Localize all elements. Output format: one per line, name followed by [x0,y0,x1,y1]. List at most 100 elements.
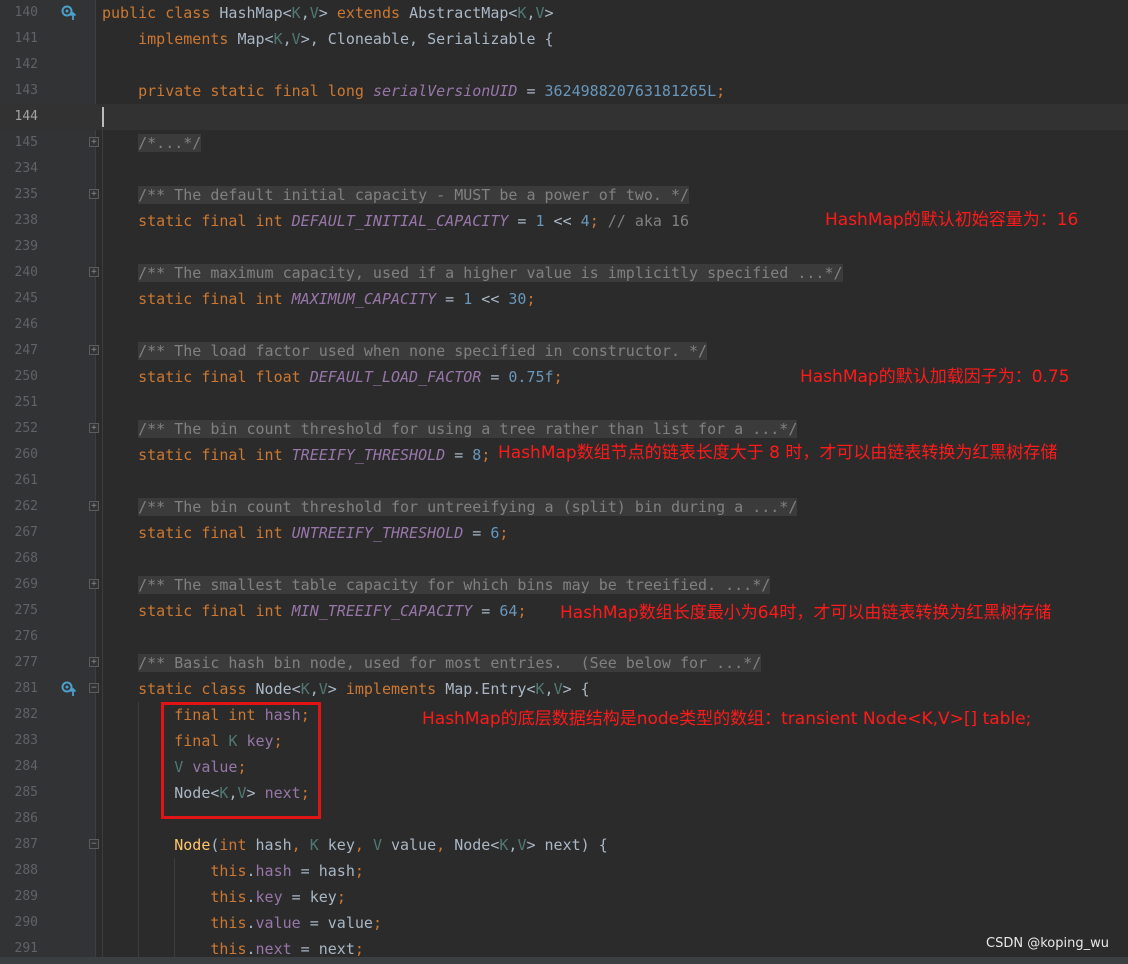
fold-expand-icon[interactable]: + [89,423,99,433]
fold-expand-icon[interactable]: + [89,579,99,589]
code-text[interactable]: static class Node<K,V> implements Map.En… [102,676,590,702]
code-line[interactable]: 235 + /** The default initial capacity - … [0,182,1128,208]
implements-override-icon[interactable] [61,681,77,697]
code-text[interactable]: this.value = value; [102,910,382,936]
code-line[interactable]: 143 private static final long serialVers… [0,78,1128,104]
annotation-treeify-threshold: HashMap数组节点的链表长度大于 8 时，才可以由链表转换为红黑树存储 [498,443,1058,463]
code-text[interactable]: implements Map<K,V>, Cloneable, Serializ… [102,26,553,52]
code-token: extends [336,4,410,22]
line-number: 145 [14,135,38,150]
code-line[interactable]: 145 + /*...*/ [0,130,1128,156]
code-text[interactable]: this.hash = hash; [102,858,364,884]
code-text[interactable]: /** The maximum capacity, used if a high… [102,260,843,286]
code-token: /** The smallest table capacity for whic… [138,576,771,594]
code-line[interactable]: 144 [0,104,1128,130]
code-token: this [210,862,247,880]
code-token: > [327,680,346,698]
code-token: hash [255,862,292,880]
code-token: static final int [138,524,292,542]
code-line[interactable]: 140 public class HashMap<K,V> extends Abs… [0,0,1128,26]
fold-expand-icon[interactable]: + [89,189,99,199]
code-token: Node< [255,680,301,698]
code-line[interactable]: 141 implements Map<K,V>, Cloneable, Seri… [0,26,1128,52]
code-text[interactable]: static final int DEFAULT_INITIAL_CAPACIT… [102,208,689,234]
code-token: implements [138,30,238,48]
code-line[interactable]: 262 + /** The bin count threshold for unt… [0,494,1128,520]
code-token: ; [716,82,726,100]
code-line[interactable]: 281− static class Node<K,V> implements M… [0,676,1128,702]
code-token: , [544,680,554,698]
fold-expand-icon[interactable]: + [89,345,99,355]
code-token: Map< [237,30,274,48]
code-text[interactable]: static final int MAXIMUM_CAPACITY = 1 <<… [102,286,535,312]
code-line[interactable]: 251 [0,390,1128,416]
fold-collapse-icon[interactable]: − [89,683,99,693]
code-token: K [291,4,301,22]
code-token: , [526,4,536,22]
code-line[interactable]: 239 [0,234,1128,260]
code-line[interactable]: 290 this.value = value; [0,910,1128,936]
code-text[interactable]: /*...*/ [102,130,202,156]
code-token: DEFAULT_LOAD_FACTOR [309,368,482,386]
line-number: 245 [14,291,38,306]
code-token: TREEIFY_THRESHOLD [291,446,446,464]
line-number: 240 [14,265,38,280]
code-token: V [309,4,319,22]
code-text[interactable]: static final float DEFAULT_LOAD_FACTOR =… [102,364,562,390]
code-text[interactable]: /** Basic hash bin node, used for most e… [102,650,762,676]
implements-override-icon[interactable] [61,5,77,21]
code-text[interactable]: /** The bin count threshold for untreeif… [102,494,798,520]
code-line[interactable]: 240 + /** The maximum capacity, used if a… [0,260,1128,286]
code-text[interactable]: static final int TREEIFY_THRESHOLD = 8; [102,442,490,468]
code-token: static class [138,680,256,698]
line-number: 267 [14,525,38,540]
code-text[interactable]: /** The load factor used when none speci… [102,338,708,364]
fold-expand-icon[interactable]: + [89,501,99,511]
fold-expand-icon[interactable]: + [89,657,99,667]
code-token: , [309,680,319,698]
code-token: > { [562,680,590,698]
code-token: 0.75f [508,368,554,386]
fold-expand-icon[interactable]: + [89,267,99,277]
code-line[interactable]: 276 [0,624,1128,650]
code-line[interactable]: 247 + /** The load factor used when none … [0,338,1128,364]
code-text[interactable]: static final int UNTREEIFY_THRESHOLD = 6… [102,520,508,546]
code-token: = key [282,888,337,906]
code-line[interactable]: 287− Node(int hash, K key, V value, Node… [0,832,1128,858]
code-line[interactable]: 252 + /** The bin count threshold for usi… [0,416,1128,442]
node-fields-highlight-box [161,702,321,819]
line-number: 268 [14,551,38,566]
code-text[interactable]: /** The smallest table capacity for whic… [102,572,771,598]
code-token: static final int [138,602,292,620]
horizontal-scrollbar[interactable] [0,957,1128,964]
fold-expand-icon[interactable]: + [89,137,99,147]
code-editor[interactable]: 140 public class HashMap<K,V> extends Abs… [0,0,1128,964]
code-line[interactable]: 234 [0,156,1128,182]
code-text[interactable]: private static final long serialVersionU… [102,78,725,104]
code-token: ; [589,212,599,230]
code-line[interactable]: 268 [0,546,1128,572]
code-text[interactable]: public class HashMap<K,V> extends Abstra… [102,0,554,26]
code-token: V [372,836,391,854]
code-line[interactable]: 288 this.hash = hash; [0,858,1128,884]
code-line[interactable]: 245 static final int MAXIMUM_CAPACITY = … [0,286,1128,312]
code-text[interactable]: Node(int hash, K key, V value, Node<K,V>… [102,832,608,858]
code-line[interactable]: 267 static final int UNTREEIFY_THRESHOLD… [0,520,1128,546]
code-line[interactable]: 269 + /** The smallest table capacity for… [0,572,1128,598]
code-text[interactable]: /** The bin count threshold for using a … [102,416,798,442]
line-number: 144 [14,109,38,124]
code-text[interactable]: static final int MIN_TREEIFY_CAPACITY = … [102,598,526,624]
code-line[interactable]: 246 [0,312,1128,338]
code-line[interactable]: 142 [0,52,1128,78]
code-line[interactable]: 277 + /** Basic hash bin node, used for m… [0,650,1128,676]
code-text[interactable]: /** The default initial capacity - MUST … [102,182,690,208]
code-token: 1 [535,212,545,230]
code-line[interactable]: 289 this.key = key; [0,884,1128,910]
fold-collapse-icon[interactable]: − [89,839,99,849]
code-line[interactable]: 261 [0,468,1128,494]
